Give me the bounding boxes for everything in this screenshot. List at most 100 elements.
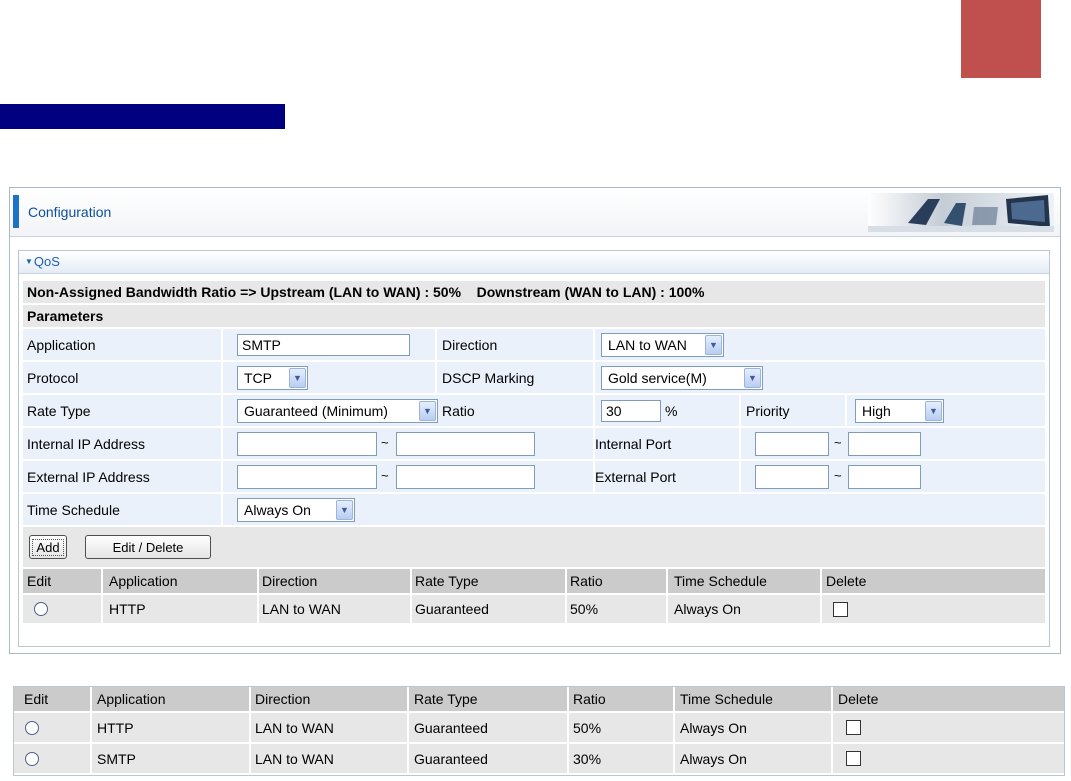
protocol-select[interactable]: TCP ▼ — [237, 366, 308, 390]
cell-divider — [567, 687, 569, 711]
col-rate-type: Rate Type — [414, 691, 478, 707]
application-label: Application — [27, 336, 96, 353]
col-edit: Edit — [27, 573, 52, 589]
cell-divider — [565, 569, 567, 593]
cell-divider — [221, 494, 223, 525]
internal-ip-start-input[interactable] — [237, 432, 377, 456]
edit-radio[interactable] — [34, 602, 48, 616]
internal-port-label: Internal Port — [595, 435, 672, 452]
internal-port-end-input[interactable] — [848, 432, 921, 456]
ratio-input[interactable] — [601, 400, 661, 422]
cell-divider — [257, 595, 259, 623]
row-direction: LAN to WAN — [255, 750, 334, 767]
application-input[interactable] — [237, 334, 410, 356]
external-port-label: External Port — [595, 468, 676, 485]
external-port-end-input[interactable] — [848, 465, 921, 489]
row-time-schedule: Always On — [680, 750, 747, 767]
dscp-marking-value: Gold service(M) — [608, 370, 707, 386]
edit-radio[interactable] — [25, 721, 39, 735]
cell-divider — [739, 428, 741, 459]
col-time-schedule: Time Schedule — [680, 691, 773, 707]
col-time-schedule: Time Schedule — [674, 573, 767, 589]
cell-divider — [410, 569, 412, 593]
delete-checkbox[interactable] — [846, 751, 861, 766]
priority-select[interactable]: High ▼ — [855, 399, 944, 423]
external-ip-start-input[interactable] — [237, 465, 377, 489]
parameters-label: Parameters — [27, 308, 104, 324]
chevron-down-icon[interactable]: ▼ — [705, 335, 722, 355]
cell-divider — [820, 595, 822, 623]
cell-divider — [221, 362, 223, 393]
delete-checkbox[interactable] — [833, 602, 848, 617]
col-delete: Delete — [838, 691, 879, 707]
cell-divider — [673, 744, 675, 773]
cell-divider — [666, 569, 668, 593]
external-ip-end-input[interactable] — [396, 465, 535, 489]
cell-divider — [673, 687, 675, 711]
qos-section-title[interactable]: ▼QoS — [25, 254, 60, 269]
col-edit: Edit — [24, 691, 49, 707]
triangle-down-icon: ▼ — [25, 257, 33, 266]
panel-title: Configuration — [28, 204, 112, 220]
internal-ip-end-input[interactable] — [396, 432, 535, 456]
ratio-label: Ratio — [442, 402, 475, 419]
cell-divider — [249, 744, 251, 773]
cell-divider — [90, 713, 92, 742]
dscp-marking-select[interactable]: Gold service(M) ▼ — [601, 366, 763, 390]
cell-divider — [567, 744, 569, 773]
header-monitor-illustration — [868, 193, 1054, 232]
row-application: HTTP — [97, 719, 134, 736]
row-direction: LAN to WAN — [262, 601, 341, 617]
cell-divider — [101, 595, 103, 623]
cell-divider — [673, 713, 675, 742]
row-ratio: 30% — [573, 750, 602, 767]
direction-select[interactable]: LAN to WAN ▼ — [601, 333, 724, 357]
row-rate-type: Guaranteed — [414, 719, 488, 736]
col-delete: Delete — [826, 573, 867, 589]
time-schedule-select[interactable]: Always On ▼ — [237, 498, 355, 522]
row-ratio: 50% — [570, 601, 599, 617]
rate-type-select[interactable]: Guaranteed (Minimum) ▼ — [237, 399, 438, 423]
cell-divider — [101, 569, 103, 593]
cell-divider — [845, 395, 847, 426]
bandwidth-info-row: Non-Assigned Bandwidth Ratio => Upstream… — [23, 281, 1045, 303]
cell-divider — [221, 329, 223, 360]
table-row: HTTP LAN to WAN Guaranteed 50% Always On — [14, 713, 1064, 742]
rate-type-value: Guaranteed (Minimum) — [244, 403, 388, 419]
chevron-down-icon[interactable]: ▼ — [336, 500, 353, 520]
row-direction: LAN to WAN — [255, 719, 334, 736]
external-port-start-input[interactable] — [755, 465, 829, 489]
internal-port-start-input[interactable] — [755, 432, 829, 456]
chevron-down-icon[interactable]: ▼ — [419, 401, 436, 421]
cell-divider — [567, 713, 569, 742]
bottom-table-header: Edit Application Direction Rate Type Rat… — [14, 687, 1064, 711]
chevron-down-icon[interactable]: ▼ — [744, 368, 761, 388]
chevron-down-icon[interactable]: ▼ — [925, 401, 942, 421]
time-schedule-label: Time Schedule — [27, 501, 120, 518]
cell-divider — [249, 713, 251, 742]
chevron-down-icon[interactable]: ▼ — [289, 368, 306, 388]
application-row: Application Direction LAN to WAN ▼ — [23, 329, 1045, 360]
qos-rules-table: Edit Application Direction Rate Type Rat… — [13, 686, 1065, 776]
row-time-schedule: Always On — [674, 601, 741, 617]
cell-divider — [739, 395, 741, 426]
row-application: HTTP — [109, 601, 146, 617]
delete-checkbox[interactable] — [846, 720, 861, 735]
range-separator: ~ — [834, 468, 842, 483]
edit-radio[interactable] — [25, 752, 39, 766]
qos-section-header[interactable]: ▼QoS — [19, 251, 1049, 274]
parameters-row: Parameters — [23, 305, 1045, 327]
cell-divider — [739, 461, 741, 492]
row-rate-type: Guaranteed — [415, 601, 489, 617]
cell-divider — [831, 744, 833, 773]
col-direction: Direction — [262, 573, 318, 589]
add-button[interactable]: Add — [29, 535, 67, 559]
qos-section: ▼QoS Non-Assigned Bandwidth Ratio => Ups… — [18, 250, 1050, 647]
cell-divider — [221, 395, 223, 426]
protocol-row: Protocol TCP ▼ DSCP Marking Gold service… — [23, 362, 1045, 393]
edit-delete-button[interactable]: Edit / Delete — [85, 535, 211, 559]
col-direction: Direction — [255, 691, 311, 707]
cell-divider — [435, 329, 437, 360]
time-schedule-row: Time Schedule Always On ▼ — [23, 494, 1045, 525]
col-application: Application — [97, 691, 166, 707]
